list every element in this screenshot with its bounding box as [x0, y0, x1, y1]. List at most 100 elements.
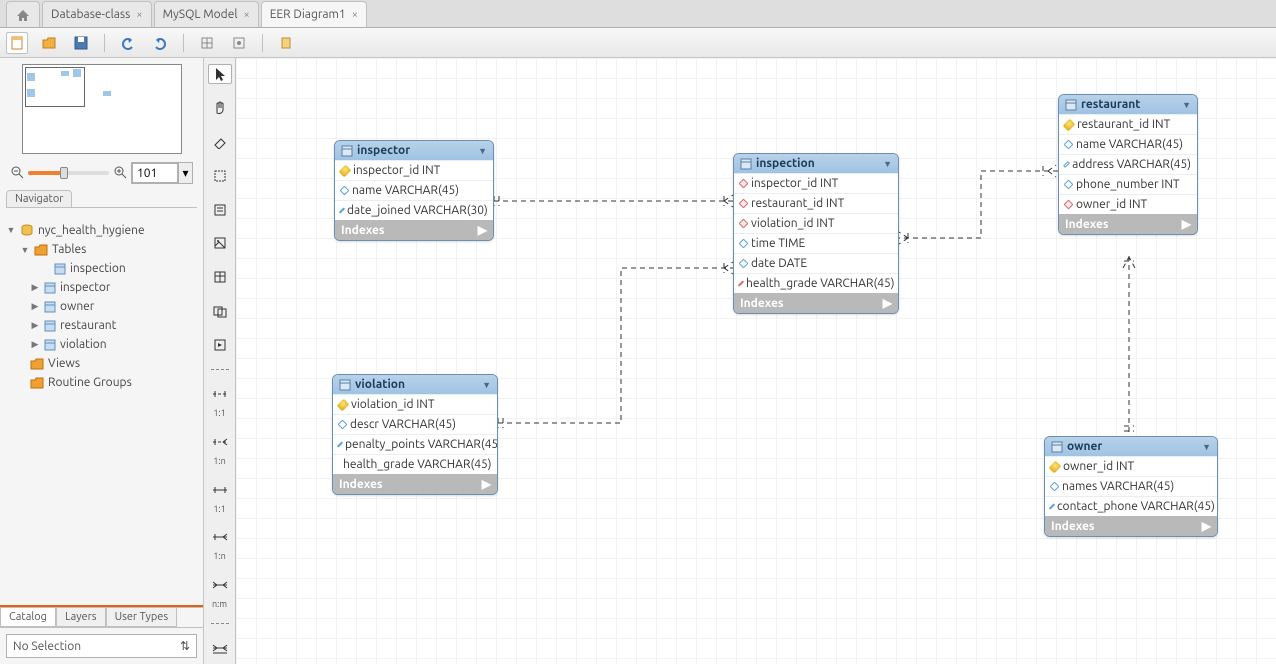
rel-1-1-nonident[interactable]: [208, 384, 232, 404]
chevron-down-icon[interactable]: ▼: [1202, 442, 1211, 452]
indexes-label: Indexes: [1065, 218, 1109, 231]
rel-1-n-nonident[interactable]: [208, 432, 232, 452]
rel-1-n-ident[interactable]: [208, 528, 232, 548]
chevron-down-icon[interactable]: ▼: [1182, 100, 1191, 110]
close-icon[interactable]: ×: [352, 9, 358, 21]
chevron-updown-icon: ⇅: [180, 639, 190, 653]
navigator-tab[interactable]: Navigator: [6, 190, 72, 207]
column-label: violation_id INT: [351, 398, 435, 411]
table-label: owner: [60, 300, 94, 313]
routines-node[interactable]: Routine Groups: [2, 373, 201, 392]
column-label: restaurant_id INT: [751, 197, 844, 210]
table-tool[interactable]: [208, 267, 232, 287]
undo-button[interactable]: [117, 32, 139, 54]
rel-existing[interactable]: [208, 638, 232, 658]
open-button[interactable]: [38, 32, 60, 54]
chevron-down-icon[interactable]: ▼: [478, 146, 487, 156]
rel-label: 1:n: [213, 456, 225, 466]
hand-tool[interactable]: [208, 98, 232, 118]
tab-database-class[interactable]: Database-class ×: [42, 1, 152, 27]
chevron-down-icon[interactable]: ▼: [482, 380, 491, 390]
column-label: descr VARCHAR(45): [350, 418, 456, 431]
column-icon: [739, 259, 749, 269]
fk-icon: [1064, 200, 1074, 210]
home-tab[interactable]: [6, 1, 40, 27]
column-label: names VARCHAR(45): [1062, 480, 1174, 493]
new-doc-button[interactable]: [6, 32, 28, 54]
table-label: inspection: [70, 262, 126, 275]
zoom-dropdown[interactable]: ▾: [178, 163, 192, 183]
image-tool[interactable]: [208, 233, 232, 253]
column-icon: [1050, 482, 1060, 492]
column-label: health_grade VARCHAR(45): [343, 458, 492, 471]
usertypes-tab[interactable]: User Types: [106, 608, 178, 627]
column-label: address VARCHAR(45): [1072, 158, 1191, 171]
eraser-tool[interactable]: [208, 132, 232, 152]
chevron-right-icon[interactable]: ▶: [482, 477, 491, 491]
close-icon[interactable]: ×: [136, 9, 142, 21]
fk-icon: [739, 179, 749, 189]
navigator-preview[interactable]: [22, 64, 182, 154]
pointer-tool[interactable]: [208, 64, 232, 84]
selection-dropdown[interactable]: No Selection ⇅: [6, 634, 197, 658]
tab-mysql-model[interactable]: MySQL Model×: [154, 1, 259, 27]
separator: [104, 34, 105, 52]
table-icon: [1065, 99, 1077, 111]
tab-eer-diagram[interactable]: EER Diagram1 ×: [261, 1, 367, 27]
export-button[interactable]: [275, 32, 297, 54]
table-node-inspection[interactable]: inspection: [2, 259, 201, 278]
chevron-right-icon[interactable]: ▶: [883, 296, 892, 310]
column-icon: [1063, 161, 1070, 168]
zoom-value[interactable]: 101: [132, 163, 178, 183]
column-label: date_joined VARCHAR(30): [347, 204, 488, 217]
catalog-tab[interactable]: Catalog: [0, 608, 56, 627]
chevron-right-icon[interactable]: ▶: [1182, 217, 1191, 231]
align-toggle[interactable]: [228, 32, 250, 54]
table-node-restaurant[interactable]: ▶restaurant: [2, 316, 201, 335]
redo-button[interactable]: [149, 32, 171, 54]
schema-node[interactable]: ▼ nyc_health_hygiene: [2, 220, 201, 240]
chevron-down-icon[interactable]: ▼: [883, 159, 892, 169]
column-label: name VARCHAR(45): [1076, 138, 1183, 151]
rel-1-1-ident[interactable]: [208, 480, 232, 500]
column-label: name VARCHAR(45): [352, 184, 459, 197]
close-icon[interactable]: ×: [243, 9, 249, 21]
chevron-right-icon[interactable]: ▶: [1202, 519, 1211, 533]
grid-toggle[interactable]: [196, 32, 218, 54]
selection-label: No Selection: [13, 640, 81, 653]
text-tool[interactable]: [208, 200, 232, 220]
views-node[interactable]: Views: [2, 354, 201, 373]
table-icon: [44, 320, 56, 332]
entity-violation[interactable]: violation▼ violation_id INT descr VARCHA…: [332, 374, 498, 495]
column-icon: [339, 207, 345, 213]
entity-inspector[interactable]: inspector▼ inspector_id INT name VARCHAR…: [334, 140, 494, 241]
column-label: owner_id INT: [1076, 198, 1147, 211]
view-tool[interactable]: [208, 301, 232, 321]
tables-node[interactable]: ▼ Tables: [2, 240, 201, 259]
tab-label: EER Diagram1: [270, 8, 346, 21]
table-node-violation[interactable]: ▶violation: [2, 335, 201, 354]
zoom-slider[interactable]: [28, 171, 109, 175]
column-icon: [338, 420, 348, 430]
save-button[interactable]: [70, 32, 92, 54]
zoom-in-icon[interactable]: [113, 165, 127, 182]
entity-owner[interactable]: owner▼ owner_id INT names VARCHAR(45) co…: [1044, 436, 1218, 537]
zoom-out-icon[interactable]: [10, 165, 24, 182]
tab-label: Database-class: [51, 8, 130, 21]
column-label: contact_phone VARCHAR(45): [1057, 500, 1215, 513]
rel-n-m[interactable]: [208, 575, 232, 595]
pk-icon: [1049, 460, 1062, 473]
chevron-right-icon[interactable]: ▶: [478, 223, 487, 237]
diagram-canvas[interactable]: inspector▼ inspector_id INT name VARCHAR…: [236, 58, 1276, 664]
table-node-inspector[interactable]: ▶inspector: [2, 278, 201, 297]
rel-label: n:m: [212, 599, 227, 609]
entity-restaurant[interactable]: restaurant▼ restaurant_id INT name VARCH…: [1058, 94, 1198, 235]
layers-tab[interactable]: Layers: [56, 608, 106, 627]
entity-inspection[interactable]: inspection▼ inspector_id INT restaurant_…: [733, 153, 899, 314]
database-icon: [20, 223, 34, 237]
layer-tool[interactable]: [208, 166, 232, 186]
separator: [211, 623, 229, 624]
rel-label: 1:1: [213, 504, 225, 514]
table-node-owner[interactable]: ▶owner: [2, 297, 201, 316]
routine-tool[interactable]: [208, 335, 232, 355]
